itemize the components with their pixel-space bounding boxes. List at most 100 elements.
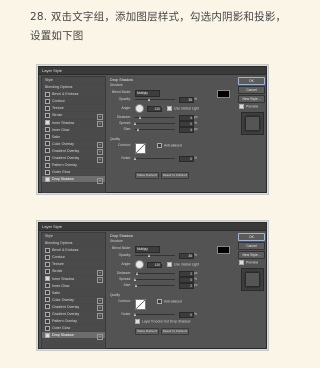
style-list-item[interactable]: Contour [42,98,105,106]
contour-picker[interactable] [135,143,146,154]
size-slider-knob[interactable] [136,127,139,131]
add-effect-icon[interactable]: + [97,333,103,340]
new-style-button[interactable]: New Style... [238,95,265,103]
style-list-item[interactable]: Gradient Overlay + [42,155,105,163]
checkbox-icon[interactable] [45,318,50,324]
cancel-button[interactable]: Cancel [238,86,265,94]
size-slider-knob[interactable] [135,283,138,287]
style-list-item[interactable]: Stroke + [42,112,105,120]
global-light-checkbox[interactable]: Use Global Light [167,106,199,111]
blend-mode-select[interactable]: Multiply [135,90,160,97]
style-list-item[interactable]: Style [42,233,105,241]
spread-slider[interactable] [133,121,175,125]
style-list-item[interactable]: Gradient Overlay + [42,311,105,319]
style-list-item[interactable]: Pattern Overlay [42,162,105,170]
style-list-item[interactable]: Drop Shadow + [42,176,105,184]
preview-checkbox[interactable]: Preview [239,260,258,265]
opacity-slider[interactable] [135,253,175,257]
noise-slider[interactable] [133,312,175,316]
style-list-item[interactable]: Inner Shadow + [42,120,105,128]
style-list-item[interactable]: Style [42,77,105,85]
contour-picker[interactable] [135,299,146,310]
checkbox-icon[interactable] [45,290,50,296]
noise-input[interactable]: 0 [179,312,194,318]
angle-input[interactable]: 120 [147,106,162,112]
style-list-item[interactable]: Satin [42,134,105,141]
distance-slider-knob[interactable] [136,271,139,275]
opacity-slider-knob[interactable] [147,253,150,257]
style-list-item[interactable]: Gradient Overlay + [42,304,105,312]
style-list-item[interactable]: Blending Options [42,240,105,248]
checkbox-icon[interactable] [45,332,50,338]
checkbox-icon[interactable] [45,105,50,111]
spread-slider-knob[interactable] [133,277,136,281]
checkbox-icon[interactable] [45,127,50,133]
blend-mode-select[interactable]: Multiply [135,246,160,253]
checkbox-icon[interactable] [45,98,50,104]
style-list-item[interactable]: Contour [42,254,105,262]
checkbox-icon[interactable] [45,134,50,140]
style-list-item[interactable]: Color Overlay + [42,297,105,305]
preview-checkbox[interactable]: Preview [239,104,258,109]
global-light-checkbox[interactable]: Use Global Light [167,262,199,267]
style-list-item[interactable]: Drop Shadow + [42,332,105,340]
size-slider[interactable] [135,127,175,131]
distance-slider-knob[interactable] [138,115,141,119]
style-list-item[interactable]: Inner Shadow + [42,276,105,284]
checkbox-icon[interactable] [45,113,50,119]
checkbox-icon[interactable] [45,155,50,161]
checkbox-icon[interactable] [45,304,50,310]
checkbox-icon[interactable] [45,120,50,126]
style-list-item[interactable]: Bevel & Emboss [42,247,105,255]
style-list-item[interactable]: Stroke + [42,268,105,276]
angle-input[interactable]: 120 [147,262,162,268]
ok-button[interactable]: OK [238,233,265,241]
style-list-item[interactable]: Satin [42,290,105,297]
checkbox-icon[interactable] [45,283,50,289]
make-default-button[interactable]: Make Default [135,172,159,179]
style-list-item[interactable]: Bevel & Emboss [42,91,105,99]
noise-slider-knob[interactable] [133,312,136,316]
make-default-button[interactable]: Make Default [135,328,159,335]
opacity-input[interactable]: 35 [179,97,194,103]
spread-slider-knob[interactable] [133,121,136,125]
cancel-button[interactable]: Cancel [238,242,265,250]
noise-slider[interactable] [133,156,175,160]
checkbox-icon[interactable] [45,297,50,303]
add-effect-icon[interactable]: + [97,177,103,184]
noise-input[interactable]: 0 [179,156,194,162]
style-list-item[interactable]: Outer Glow [42,325,105,333]
style-list-item[interactable]: Gradient Overlay + [42,148,105,156]
distance-slider[interactable] [135,115,175,119]
new-style-button[interactable]: New Style... [238,251,265,259]
opacity-slider[interactable] [135,97,175,101]
style-list-item[interactable]: Pattern Overlay [42,318,105,326]
checkbox-icon[interactable] [45,141,50,147]
size-input[interactable]: 4 [179,127,194,133]
checkbox-icon[interactable] [45,91,50,97]
style-list-item[interactable]: Color Overlay + [42,141,105,149]
checkbox-icon[interactable] [45,148,50,154]
antialiased-checkbox[interactable]: Anti-aliased [157,299,182,304]
angle-dial[interactable] [135,260,144,269]
opacity-input[interactable]: 35 [179,253,194,259]
checkbox-icon[interactable] [45,254,50,260]
checkbox-icon[interactable] [45,269,50,275]
style-list-item[interactable]: Texture [42,261,105,269]
ok-button[interactable]: OK [238,77,265,85]
reset-default-button[interactable]: Reset to Default [161,328,189,335]
checkbox-icon[interactable] [45,276,50,282]
checkbox-icon[interactable] [45,311,50,317]
style-list-item[interactable]: Inner Glow [42,127,105,134]
reset-default-button[interactable]: Reset to Default [161,172,189,179]
checkbox-icon[interactable] [45,176,50,182]
checkbox-icon[interactable] [45,261,50,267]
angle-dial[interactable] [135,104,144,113]
knockout-checkbox[interactable]: Layer Knocks Out Drop Shadow [135,319,190,324]
style-list-item[interactable]: Inner Glow [42,283,105,290]
size-input[interactable]: 2 [179,283,194,289]
size-slider[interactable] [135,283,175,287]
antialiased-checkbox[interactable]: Anti-aliased [157,143,182,148]
distance-slider[interactable] [135,271,175,275]
checkbox-icon[interactable] [45,169,50,175]
